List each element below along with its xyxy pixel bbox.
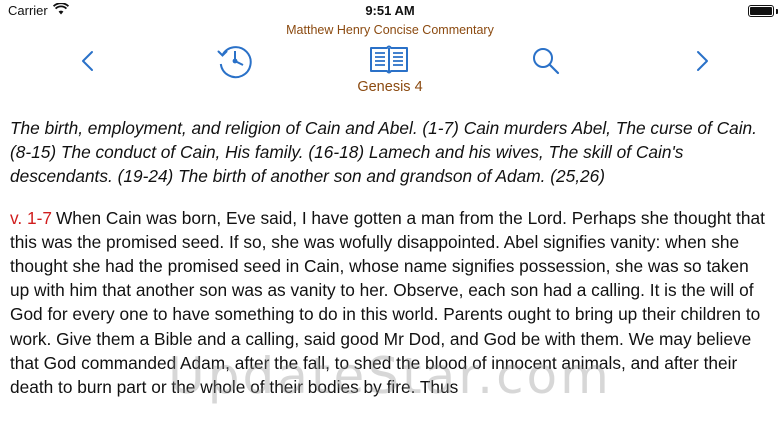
status-time: 9:51 AM <box>365 3 415 18</box>
search-button[interactable] <box>531 46 561 76</box>
clock-history-icon <box>217 46 252 79</box>
chevron-right-icon <box>697 51 708 71</box>
open-book-icon <box>370 45 408 74</box>
verse-paragraph: v. 1-7 When Cain was born, Eve said, I ha… <box>10 206 772 400</box>
battery-icon <box>748 5 774 17</box>
toolbar <box>0 40 780 82</box>
app-title: Matthew Henry Concise Commentary <box>286 23 494 37</box>
history-button[interactable] <box>215 42 255 80</box>
status-bar: Carrier 9:51 AM <box>0 0 780 22</box>
chapter-title: Genesis 4 <box>357 79 423 95</box>
verse-commentary-text: When Cain was born, Eve said, I have got… <box>10 207 765 398</box>
forward-button[interactable] <box>690 48 716 74</box>
battery-tip <box>776 9 778 14</box>
chapter-summary: The birth, employment, and religion of C… <box>10 118 757 187</box>
chevron-left-icon <box>82 51 93 71</box>
library-button[interactable] <box>369 44 409 76</box>
commentary-content: The birth, employment, and religion of C… <box>10 116 772 399</box>
back-button[interactable] <box>74 48 100 74</box>
search-icon <box>533 48 560 75</box>
verse-reference-link[interactable]: v. 1-7 <box>10 208 52 228</box>
